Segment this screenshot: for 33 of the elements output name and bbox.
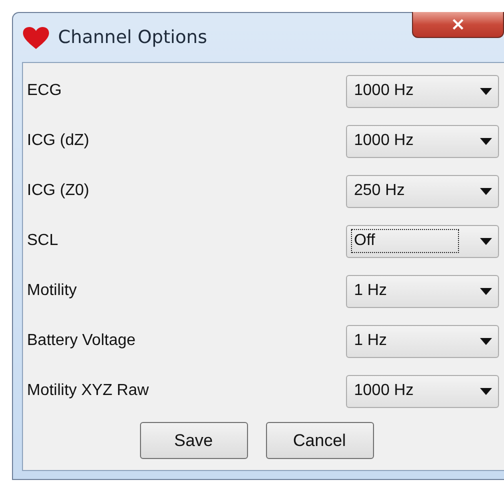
dropdown-value: 1000 Hz — [353, 381, 415, 401]
channel-label: Battery Voltage — [27, 332, 136, 350]
caret-icon — [480, 238, 492, 244]
channel-label: ECG — [27, 82, 62, 100]
rate-dropdown[interactable]: Off — [346, 224, 499, 258]
dropdown-value: 1 Hz — [353, 331, 388, 351]
cancel-button[interactable]: Cancel — [266, 422, 374, 459]
channel-label: Motility — [27, 282, 77, 300]
caret-icon — [480, 88, 492, 94]
channel-label: SCL — [27, 232, 58, 250]
rate-dropdown[interactable]: 1000 Hz — [346, 374, 499, 408]
caret-icon — [480, 188, 492, 194]
channel-label: Motility XYZ Raw — [27, 382, 149, 400]
caret-icon — [480, 388, 492, 394]
rate-dropdown[interactable]: 1000 Hz — [346, 124, 499, 158]
rate-dropdown[interactable]: 250 Hz — [346, 174, 499, 208]
dropdown-value: 1000 Hz — [353, 131, 415, 151]
channel-label: ICG (dZ) — [27, 132, 90, 150]
heart-icon — [22, 26, 50, 50]
dropdown-value: 1000 Hz — [353, 81, 415, 101]
close-button[interactable]: × — [412, 12, 504, 38]
dropdown-value: 1 Hz — [353, 281, 388, 301]
rate-dropdown[interactable]: 1 Hz — [346, 324, 499, 358]
caret-icon — [480, 288, 492, 294]
caret-icon — [480, 138, 492, 144]
window-title: Channel Options — [58, 27, 208, 48]
save-button[interactable]: Save — [140, 422, 248, 459]
rate-dropdown[interactable]: 1 Hz — [346, 274, 499, 308]
caret-icon — [480, 338, 492, 344]
dropdown-value: 250 Hz — [353, 181, 406, 201]
channel-label: ICG (Z0) — [27, 182, 90, 200]
dropdown-value: Off — [352, 230, 458, 252]
rate-dropdown[interactable]: 1000 Hz — [346, 74, 499, 108]
